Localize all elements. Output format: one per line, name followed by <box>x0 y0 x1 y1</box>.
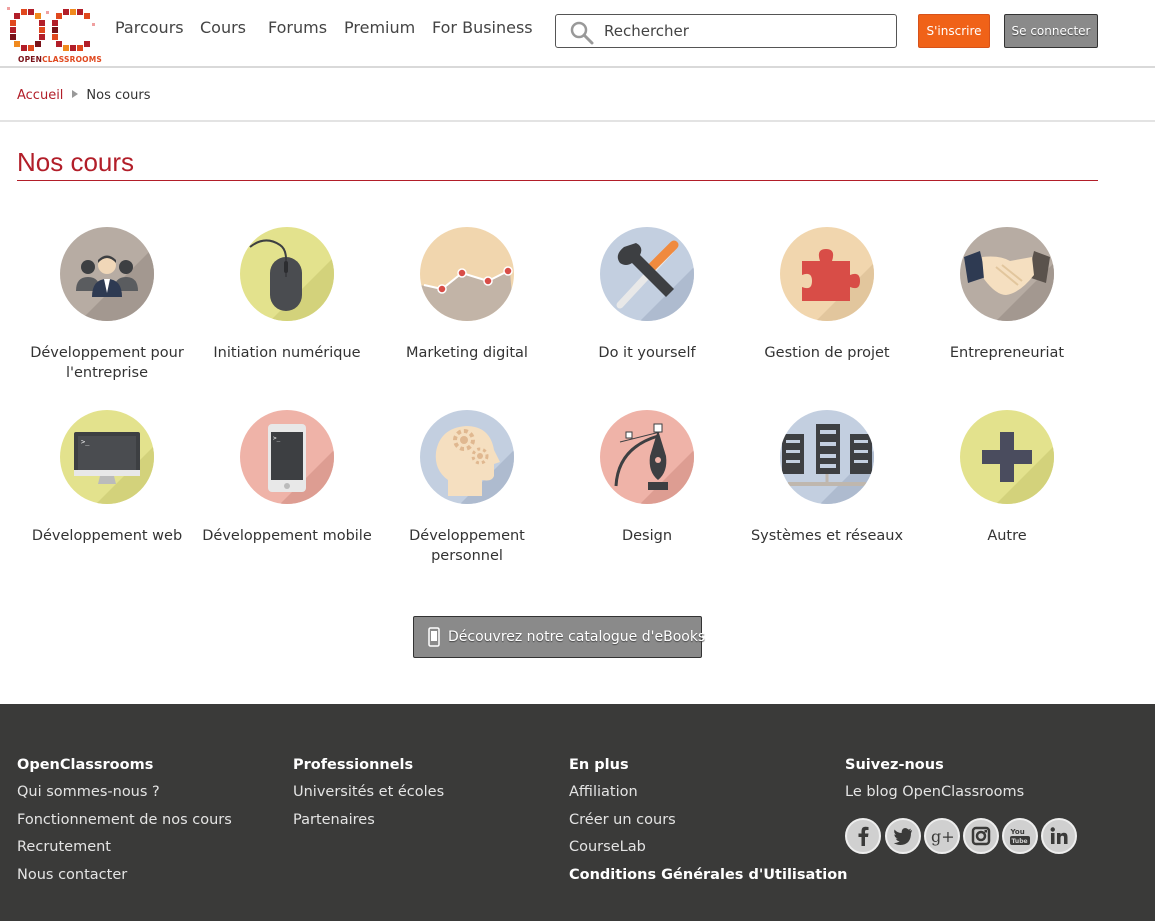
handshake-icon <box>960 227 1054 321</box>
google-plus-icon[interactable]: g+ <box>924 818 960 854</box>
footer-link-universites[interactable]: Universités et écoles <box>293 782 444 802</box>
nav-cours[interactable]: Cours <box>200 18 246 37</box>
breadcrumb-home[interactable]: Accueil <box>17 88 63 103</box>
phone-icon <box>428 627 440 647</box>
category-dev-entreprise[interactable]: Développement pour l'entreprise <box>17 227 197 383</box>
footer-heading: OpenClassrooms <box>17 757 154 773</box>
footer-column-en-plus: En plus Affiliation Créer un cours Cours… <box>569 757 848 893</box>
category-initiation-numerique[interactable]: Initiation numérique <box>197 227 377 363</box>
footer-link-partenaires[interactable]: Partenaires <box>293 810 444 830</box>
category-label: Initiation numérique <box>213 345 361 361</box>
tools-icon <box>600 227 694 321</box>
page-title: Nos cours <box>17 147 135 177</box>
search-placeholder: Rechercher <box>604 22 689 40</box>
nav-forums[interactable]: Forums <box>268 18 327 37</box>
footer-link-blog[interactable]: Le blog OpenClassrooms <box>845 782 1024 802</box>
footer-link-cgu[interactable]: Conditions Générales d'Utilisation <box>569 865 848 885</box>
nav-parcours[interactable]: Parcours <box>115 18 184 37</box>
category-dev-web[interactable]: >_ Développement web <box>17 410 197 546</box>
twitter-icon[interactable] <box>885 818 921 854</box>
category-label: Développement web <box>31 528 183 544</box>
search-icon <box>570 21 594 45</box>
breadcrumb-current: Nos cours <box>86 88 151 103</box>
footer-link-qui-sommes-nous[interactable]: Qui sommes-nous ? <box>17 782 232 802</box>
category-marketing-digital[interactable]: Marketing digital <box>377 227 557 363</box>
footer-link-creer-cours[interactable]: Créer un cours <box>569 810 848 830</box>
nav-premium[interactable]: Premium <box>344 18 415 37</box>
login-button[interactable]: Se connecter <box>1004 14 1098 48</box>
footer-link-fonctionnement[interactable]: Fonctionnement de nos cours <box>17 810 232 830</box>
footer-column-professionnels: Professionnels Universités et écoles Par… <box>293 757 444 837</box>
svg-text:Tube: Tube <box>1012 838 1028 845</box>
category-label: Design <box>621 528 673 544</box>
ebook-catalog-button[interactable]: Découvrez notre catalogue d'eBooks <box>413 616 706 658</box>
category-label: Développement pour l'entreprise <box>30 345 184 381</box>
category-dev-mobile[interactable]: >_ Développement mobile <box>197 410 377 546</box>
smartphone-icon: >_ <box>240 410 334 504</box>
footer-heading: Professionnels <box>293 757 414 773</box>
footer-link-recrutement[interactable]: Recrutement <box>17 837 232 857</box>
business-people-icon <box>60 227 154 321</box>
line-chart-icon <box>420 227 514 321</box>
svg-text:You: You <box>1010 828 1025 836</box>
title-underline <box>17 180 1098 181</box>
search-input[interactable]: Rechercher <box>555 14 897 48</box>
logo-text: OPENCLASSROOMS <box>18 55 103 64</box>
divider <box>0 120 1155 122</box>
footer-heading: En plus <box>569 757 629 773</box>
site-footer: OpenClassrooms Qui sommes-nous ? Fonctio… <box>0 704 1155 921</box>
category-label: Marketing digital <box>406 345 528 361</box>
instagram-icon[interactable] <box>963 818 999 854</box>
category-label: Développement personnel <box>409 528 525 564</box>
footer-link-affiliation[interactable]: Affiliation <box>569 782 848 802</box>
category-label: Systèmes et réseaux <box>750 528 904 544</box>
plus-icon <box>960 410 1054 504</box>
category-autre[interactable]: Autre <box>917 410 1097 546</box>
category-dev-personnel[interactable]: Développement personnel <box>377 410 557 566</box>
pen-tool-icon <box>600 410 694 504</box>
category-label: Développement mobile <box>202 528 372 544</box>
facebook-icon[interactable] <box>845 818 881 854</box>
youtube-icon[interactable]: You Tube <box>1002 818 1038 854</box>
footer-link-contact[interactable]: Nous contacter <box>17 865 232 885</box>
monitor-icon: >_ <box>60 410 154 504</box>
category-do-it-yourself[interactable]: Do it yourself <box>557 227 737 363</box>
category-systemes-reseaux[interactable]: Systèmes et réseaux <box>737 410 917 546</box>
svg-text:g+: g+ <box>931 827 955 846</box>
category-label: Entrepreneuriat <box>949 345 1065 361</box>
openclassrooms-logo[interactable]: OPENCLASSROOMS <box>6 5 102 64</box>
svg-text:>_: >_ <box>273 435 281 442</box>
breadcrumb: Accueil Nos cours <box>17 88 150 103</box>
category-design[interactable]: Design <box>557 410 737 546</box>
footer-link-courselab[interactable]: CourseLab <box>569 837 848 857</box>
ebook-button-label: Découvrez notre catalogue d'eBooks <box>448 629 706 645</box>
footer-heading: Suivez-nous <box>845 757 944 773</box>
site-header: OPENCLASSROOMS Parcours Cours Forums Pre… <box>0 0 1155 68</box>
signup-button[interactable]: S'inscrire <box>918 14 990 48</box>
footer-column-suivez-nous: Suivez-nous Le blog OpenClassrooms <box>845 757 1024 810</box>
breadcrumb-separator-icon <box>72 90 79 98</box>
svg-text:>_: >_ <box>81 438 90 446</box>
linkedin-icon[interactable] <box>1041 818 1077 854</box>
footer-column-openclassrooms: OpenClassrooms Qui sommes-nous ? Fonctio… <box>17 757 232 893</box>
mouse-icon <box>240 227 334 321</box>
category-entrepreneuriat[interactable]: Entrepreneuriat <box>917 227 1097 363</box>
category-label: Gestion de projet <box>764 345 890 361</box>
head-gears-icon <box>420 410 514 504</box>
puzzle-icon <box>780 227 874 321</box>
nav-for-business[interactable]: For Business <box>432 18 533 37</box>
category-label: Do it yourself <box>598 345 696 361</box>
category-label: Autre <box>987 528 1027 544</box>
category-gestion-de-projet[interactable]: Gestion de projet <box>737 227 917 363</box>
servers-icon <box>780 410 874 504</box>
